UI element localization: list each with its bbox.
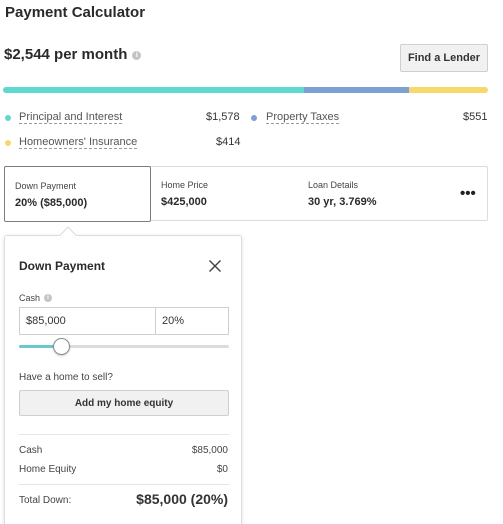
bar-segment-insurance (409, 87, 488, 93)
tab-value: 30 yr, 3.769% (308, 196, 377, 208)
down-payment-slider[interactable] (19, 338, 229, 355)
tab-home-price[interactable]: Home Price $425,000 (151, 167, 298, 220)
legend-dot (251, 114, 257, 121)
summary-equity-value: $0 (216, 464, 228, 475)
monthly-payment: $2,544 per month i (4, 46, 142, 63)
legend-value-principal-interest: $1,578 (206, 111, 240, 123)
monthly-payment-value: $2,544 per month (4, 46, 128, 63)
legend-value-property-taxes: $551 (463, 111, 488, 123)
cash-label-text: Cash (19, 293, 41, 303)
popover-title: Down Payment (19, 259, 106, 273)
info-icon[interactable]: i (44, 294, 53, 302)
add-home-equity-button[interactable]: Add my home equity (19, 390, 229, 416)
summary-cash-label: Cash (19, 445, 43, 456)
find-lender-button[interactable]: Find a Lender (400, 44, 488, 72)
total-down-value: $85,000 (20%) (136, 491, 228, 507)
tab-down-payment[interactable]: Down Payment 20% ($85,000) (4, 166, 151, 222)
legend-item-property-taxes[interactable]: Property Taxes (251, 111, 340, 124)
more-options-icon[interactable]: ••• (460, 185, 476, 202)
summary-cash-value: $85,000 (191, 445, 228, 456)
sell-home-question: Have a home to sell? (19, 372, 113, 383)
legend-label[interactable]: Property Taxes (266, 111, 340, 124)
bar-segment-principal-interest (3, 87, 304, 93)
down-payment-popover: Down Payment Cash i $85,000 20% Have a h… (4, 226, 242, 524)
slider-thumb[interactable] (53, 338, 70, 355)
bar-segment-property-taxes (303, 87, 410, 93)
cash-field-label: Cash i (19, 293, 53, 303)
tab-value: 20% ($85,000) (15, 197, 88, 209)
tab-loan-details[interactable]: Loan Details 30 yr, 3.769% (298, 167, 445, 220)
cash-percent-input[interactable]: 20% (155, 307, 229, 335)
info-icon[interactable]: i (132, 51, 142, 60)
legend-dot (5, 139, 11, 146)
cash-amount-input[interactable]: $85,000 (19, 307, 155, 335)
payment-breakdown-bar (3, 87, 488, 93)
summary-equity-label: Home Equity (19, 464, 77, 475)
calculator-tabs: Down Payment 20% ($85,000) Home Price $4… (4, 166, 488, 222)
page-title: Payment Calculator (5, 4, 146, 21)
tab-label: Loan Details (308, 180, 359, 190)
divider (19, 484, 229, 485)
tab-value: $425,000 (161, 196, 207, 208)
legend-value-insurance: $414 (216, 136, 241, 148)
divider (19, 434, 229, 435)
legend-item-principal-interest[interactable]: Principal and Interest (5, 111, 123, 124)
tab-label: Home Price (161, 180, 209, 190)
legend-label[interactable]: Principal and Interest (19, 111, 123, 124)
legend-dot (5, 114, 11, 121)
legend-label[interactable]: Homeowners' Insurance (19, 136, 138, 149)
legend-item-insurance[interactable]: Homeowners' Insurance (5, 136, 138, 149)
close-icon[interactable] (208, 259, 222, 273)
popover-caret (59, 226, 77, 244)
total-down-label: Total Down: (19, 495, 72, 506)
tab-label: Down Payment (15, 181, 77, 191)
